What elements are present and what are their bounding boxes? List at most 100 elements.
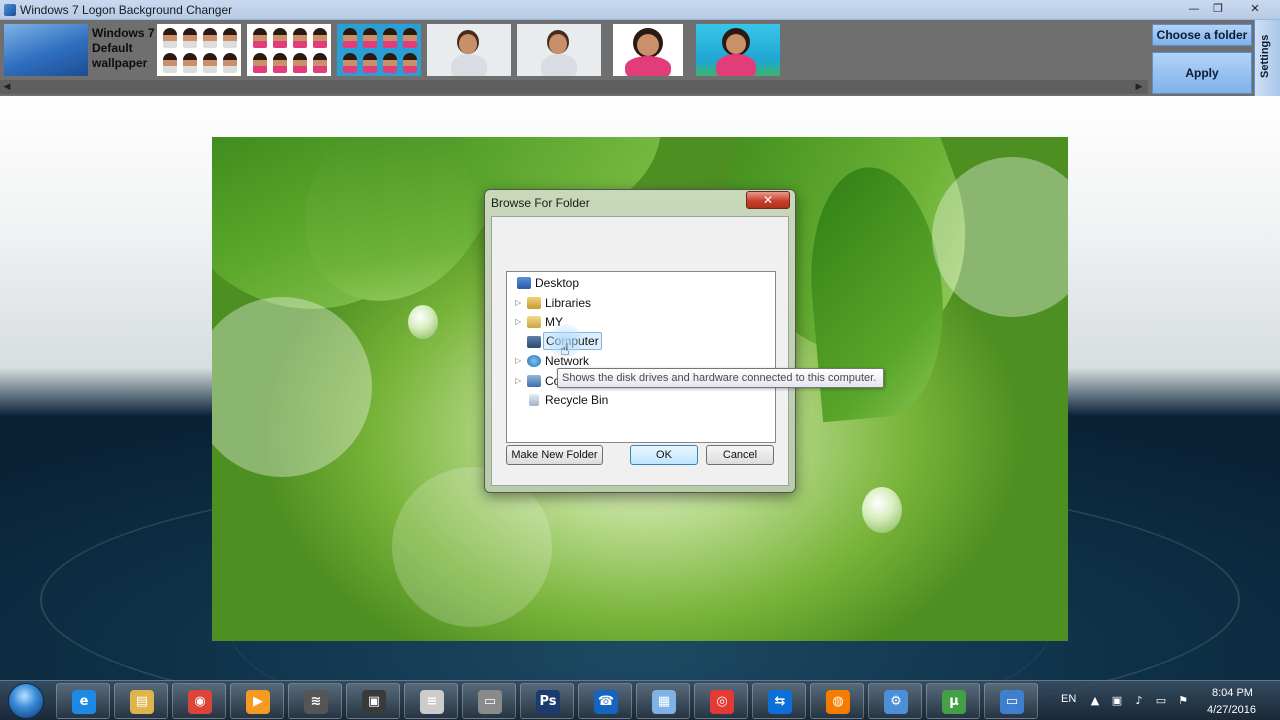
thumbnail-scrollbar[interactable]: ◀ ▶	[0, 80, 1148, 94]
passport-photos-thumbnail-2[interactable]	[247, 24, 331, 76]
user-folder-icon	[527, 316, 541, 328]
folder-tree[interactable]: Desktop ▷ Libraries ▷ MY Computer ▷ Netw…	[506, 271, 776, 443]
media-player-icon: ▶	[246, 690, 270, 714]
taskbar-text-editor-button[interactable]: ≡	[404, 683, 458, 719]
language-indicator[interactable]: EN	[1061, 693, 1076, 705]
tree-item-label: Desktop	[535, 276, 580, 290]
start-button[interactable]	[8, 683, 44, 719]
video-editor-icon: ▣	[362, 690, 386, 714]
passport-photo-cell	[343, 28, 357, 48]
taskbar-striped-app-button[interactable]: ▦	[636, 683, 690, 719]
passport-photo-cell	[253, 53, 267, 73]
passport-photo-cell	[223, 28, 237, 48]
chrome-icon: ◉	[188, 690, 212, 714]
taskbar-phone-app-button[interactable]: ☎	[578, 683, 632, 719]
passport-photo-cell	[363, 28, 377, 48]
computer-icon	[527, 336, 541, 348]
apply-button[interactable]: Apply	[1152, 52, 1252, 94]
taskbar-network-app-button[interactable]: ⚙	[868, 683, 922, 719]
tree-item-desktop[interactable]: Desktop	[513, 274, 763, 292]
taskbar-teamviewer-button[interactable]: ⇆	[752, 683, 806, 719]
taskbar-video-editor-button[interactable]: ▣	[346, 683, 400, 719]
passport-photos-thumbnail-1[interactable]	[157, 24, 241, 76]
girl-photo-thumbnail-1[interactable]	[613, 24, 683, 76]
dialog-body: Desktop ▷ Libraries ▷ MY Computer ▷ Netw…	[491, 216, 789, 486]
expand-arrow-icon[interactable]: ▷	[515, 352, 525, 370]
clock-time[interactable]: 8:04 PM	[1212, 687, 1253, 699]
taskbar-chrome-button[interactable]: ◉	[172, 683, 226, 719]
tray-app-icon[interactable]: ▣	[1110, 694, 1124, 708]
tree-item-recycle-bin[interactable]: Recycle Bin	[515, 391, 765, 409]
libraries-icon	[527, 297, 541, 309]
browse-folder-dialog: Browse For Folder ✕ Desktop ▷ Libraries …	[484, 189, 796, 493]
cancel-button[interactable]: Cancel	[706, 445, 774, 465]
passport-photo-cell	[363, 53, 377, 73]
scroll-right-icon[interactable]: ▶	[1132, 80, 1146, 94]
thumbnail-strip: Windows 7 Default wallpaper ◀ ▶ Choose a…	[0, 20, 1280, 96]
app-titlebar: Windows 7 Logon Background Changer — ❐ ✕	[0, 0, 1280, 20]
passport-photo-cell	[383, 28, 397, 48]
boy-photo-thumbnail-2[interactable]	[517, 24, 601, 76]
passport-photo-cell	[273, 53, 287, 73]
expand-arrow-icon[interactable]: ▷	[515, 372, 525, 390]
settings-tab[interactable]: Settings	[1254, 20, 1280, 96]
teamviewer-icon: ⇆	[768, 690, 792, 714]
minimize-button[interactable]: —	[1182, 0, 1206, 18]
passport-photo-cell	[253, 28, 267, 48]
taskbar-logon-changer-button[interactable]: ▭	[984, 683, 1038, 719]
passport-photo-cell	[403, 53, 417, 73]
settings-tab-label: Settings	[1259, 34, 1271, 78]
firefox-icon: ◍	[826, 690, 850, 714]
passport-photos-thumbnail-3[interactable]	[337, 24, 421, 76]
audio-editor-icon: ≋	[304, 690, 328, 714]
show-hidden-icons-icon[interactable]: ▲	[1088, 694, 1102, 708]
dialog-close-button[interactable]: ✕	[746, 191, 790, 209]
utorrent-icon: µ	[942, 690, 966, 714]
ok-button[interactable]: OK	[630, 445, 698, 465]
boy-photo-thumbnail-1[interactable]	[427, 24, 511, 76]
hand-cursor-icon: ☝	[560, 340, 570, 359]
maximize-button[interactable]: ❐	[1206, 0, 1230, 18]
action-center-flag-icon[interactable]: ⚑	[1176, 694, 1190, 708]
taskbar-internet-explorer-button[interactable]: e	[56, 683, 110, 719]
passport-photo-cell	[293, 53, 307, 73]
taskbar-remote-desktop-button[interactable]: ▭	[462, 683, 516, 719]
passport-photo-cell	[273, 28, 287, 48]
expand-arrow-icon[interactable]: ▷	[515, 313, 525, 331]
tree-item-label: Recycle Bin	[545, 393, 609, 407]
taskbar-swirl-app-button[interactable]: ◎	[694, 683, 748, 719]
taskbar-photoshop-button[interactable]: Ps	[520, 683, 574, 719]
choose-folder-button[interactable]: Choose a folder	[1152, 24, 1252, 46]
file-explorer-icon: ▤	[130, 690, 154, 714]
volume-icon[interactable]: ♪	[1132, 694, 1146, 708]
default-wallpaper-thumbnail[interactable]	[4, 24, 88, 76]
tree-item-label: Libraries	[545, 296, 592, 310]
network-status-icon[interactable]: ▭	[1154, 694, 1168, 708]
passport-photo-cell	[163, 53, 177, 73]
make-new-folder-button[interactable]: Make New Folder	[506, 445, 603, 465]
clock-date[interactable]: 4/27/2016	[1207, 704, 1256, 716]
taskbar-utorrent-button[interactable]: µ	[926, 683, 980, 719]
recycle-bin-icon	[529, 394, 539, 406]
taskbar-firefox-button[interactable]: ◍	[810, 683, 864, 719]
passport-photo-cell	[223, 53, 237, 73]
network-app-icon: ⚙	[884, 690, 908, 714]
logon-changer-icon: ▭	[1000, 690, 1024, 714]
remote-desktop-icon: ▭	[478, 690, 502, 714]
passport-photo-cell	[183, 53, 197, 73]
close-button[interactable]: ✕	[1243, 0, 1267, 18]
swirl-app-icon: ◎	[710, 690, 734, 714]
tree-item-libraries[interactable]: ▷ Libraries	[515, 294, 765, 312]
photoshop-icon: Ps	[536, 690, 560, 714]
passport-photo-cell	[203, 28, 217, 48]
expand-arrow-icon[interactable]: ▷	[515, 294, 525, 312]
girl-photo-thumbnail-2[interactable]	[696, 24, 780, 76]
control-panel-icon	[527, 375, 541, 387]
taskbar-file-explorer-button[interactable]: ▤	[114, 683, 168, 719]
scroll-left-icon[interactable]: ◀	[0, 80, 14, 94]
taskbar-media-player-button[interactable]: ▶	[230, 683, 284, 719]
app-icon	[4, 4, 16, 16]
passport-photo-cell	[383, 53, 397, 73]
taskbar-audio-editor-button[interactable]: ≋	[288, 683, 342, 719]
passport-photo-cell	[343, 53, 357, 73]
